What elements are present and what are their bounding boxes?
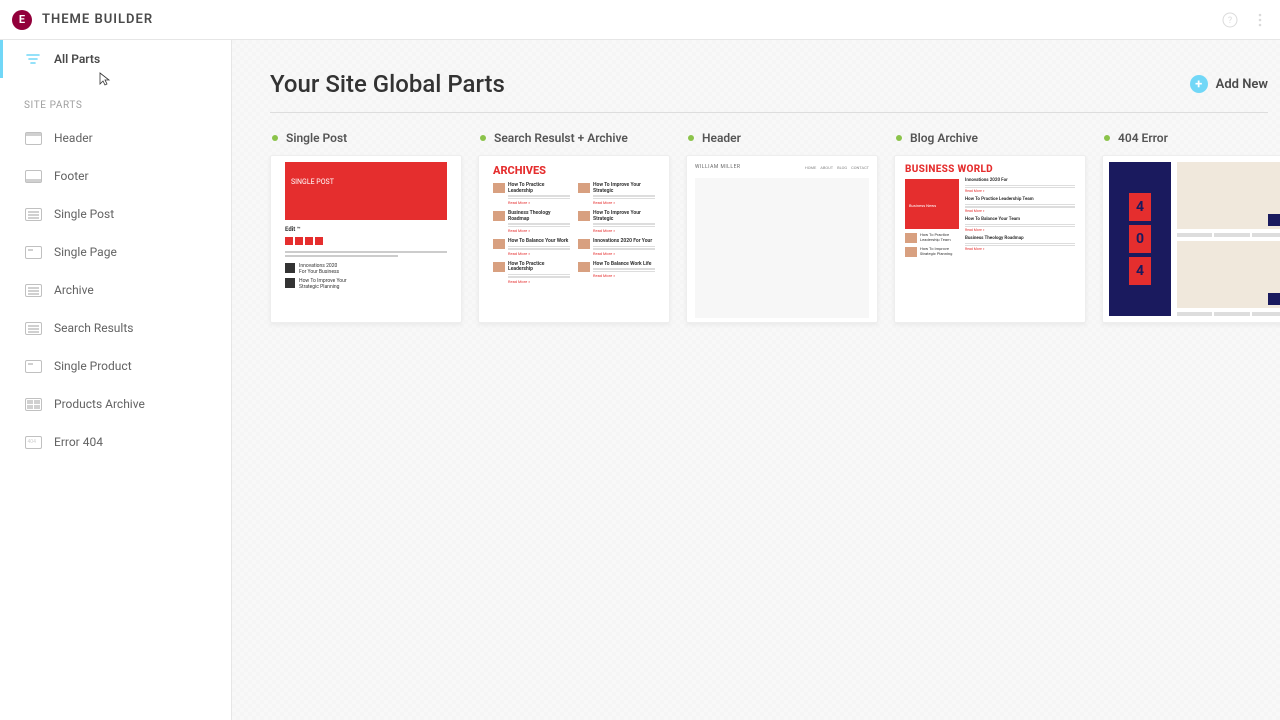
sidebar-item-single-post[interactable]: Single Post bbox=[0, 195, 231, 233]
thumb-nav-item: HOME bbox=[805, 165, 816, 170]
error-404-part-icon bbox=[24, 435, 42, 449]
card-404-error[interactable]: 404 Error 4 0 4 bbox=[1102, 131, 1280, 323]
card-title: Blog Archive bbox=[910, 131, 978, 145]
thumb-digit: 0 bbox=[1129, 225, 1151, 253]
divider bbox=[270, 112, 1268, 113]
sidebar-item-single-page[interactable]: Single Page bbox=[0, 233, 231, 271]
single-product-part-icon bbox=[24, 359, 42, 373]
thumb-brand: WILLIAM MILLER bbox=[695, 164, 741, 170]
sidebar-item-products-archive[interactable]: Products Archive bbox=[0, 385, 231, 423]
sidebar-item-archive[interactable]: Archive bbox=[0, 271, 231, 309]
header-part-icon bbox=[24, 131, 42, 145]
sidebar-all-parts-label: All Parts bbox=[54, 52, 100, 66]
products-archive-part-icon bbox=[24, 397, 42, 411]
sidebar-heading: SITE PARTS bbox=[0, 78, 231, 119]
status-dot-icon bbox=[1104, 135, 1110, 141]
sidebar-item-label: Header bbox=[54, 131, 93, 145]
add-new-button[interactable]: + Add New bbox=[1190, 75, 1268, 93]
sidebar-all-parts[interactable]: All Parts bbox=[0, 40, 231, 78]
page-title: Your Site Global Parts bbox=[270, 70, 505, 98]
sidebar-item-label: Search Results bbox=[54, 321, 133, 335]
thumb-title: BUSINESS WORLD bbox=[905, 164, 1075, 175]
card-search-archive[interactable]: Search Resulst + Archive ARCHIVES How To… bbox=[478, 131, 670, 323]
status-dot-icon bbox=[688, 135, 694, 141]
single-post-part-icon bbox=[24, 207, 42, 221]
thumb-digit: 4 bbox=[1129, 257, 1151, 285]
sidebar-item-footer[interactable]: Footer bbox=[0, 157, 231, 195]
thumb-hero-text: SINGLE POST bbox=[291, 178, 441, 186]
sidebar-item-label: Single Post bbox=[54, 207, 114, 221]
sidebar-item-search-results[interactable]: Search Results bbox=[0, 309, 231, 347]
sidebar-item-header[interactable]: Header bbox=[0, 119, 231, 157]
card-thumbnail: BUSINESS WORLD Business News How To Prac… bbox=[894, 155, 1086, 323]
footer-part-icon bbox=[24, 169, 42, 183]
sidebar-item-label: Footer bbox=[54, 169, 89, 183]
main-area: Your Site Global Parts + Add New Single … bbox=[232, 40, 1280, 720]
card-blog-archive[interactable]: Blog Archive BUSINESS WORLD Business New… bbox=[894, 131, 1086, 323]
filter-icon bbox=[24, 52, 42, 66]
thumb-nav-item: ABOUT bbox=[820, 165, 833, 170]
card-thumbnail: WILLIAM MILLER HOME ABOUT BLOG CONTACT bbox=[686, 155, 878, 323]
sidebar-item-label: Single Product bbox=[54, 359, 132, 373]
card-thumbnail: SINGLE POST Edit ™ Innovations 2020For Y… bbox=[270, 155, 462, 323]
search-results-part-icon bbox=[24, 321, 42, 335]
add-new-label: Add New bbox=[1216, 77, 1268, 92]
top-bar: E THEME BUILDER ? bbox=[0, 0, 1280, 40]
sidebar-item-label: Products Archive bbox=[54, 397, 145, 411]
sidebar-item-single-product[interactable]: Single Product bbox=[0, 347, 231, 385]
cards-grid: Single Post SINGLE POST Edit ™ Innovatio… bbox=[270, 131, 1280, 323]
card-title: Single Post bbox=[286, 131, 347, 145]
more-icon[interactable] bbox=[1252, 12, 1268, 28]
sidebar-item-error-404[interactable]: Error 404 bbox=[0, 423, 231, 461]
help-icon[interactable]: ? bbox=[1222, 12, 1238, 28]
plus-icon: + bbox=[1190, 75, 1208, 93]
card-title: Search Resulst + Archive bbox=[494, 131, 628, 145]
sidebar: All Parts SITE PARTS Header Footer Singl… bbox=[0, 40, 232, 720]
card-thumbnail: 4 0 4 bbox=[1102, 155, 1280, 323]
card-title: Header bbox=[702, 131, 741, 145]
logo-icon: E bbox=[12, 10, 32, 30]
status-dot-icon bbox=[896, 135, 902, 141]
card-thumbnail: ARCHIVES How To Practice LeadershipRead … bbox=[478, 155, 670, 323]
sidebar-item-label: Archive bbox=[54, 283, 94, 297]
thumb-nav-item: CONTACT bbox=[851, 165, 869, 170]
single-page-part-icon bbox=[24, 245, 42, 259]
card-single-post[interactable]: Single Post SINGLE POST Edit ™ Innovatio… bbox=[270, 131, 462, 323]
cursor-icon bbox=[95, 71, 111, 91]
sidebar-item-label: Single Page bbox=[54, 245, 117, 259]
app-title: THEME BUILDER bbox=[42, 12, 153, 27]
sidebar-item-label: Error 404 bbox=[54, 435, 103, 449]
card-title: 404 Error bbox=[1118, 131, 1168, 145]
thumb-nav-item: BLOG bbox=[837, 165, 847, 170]
status-dot-icon bbox=[272, 135, 278, 141]
thumb-digit: 4 bbox=[1129, 193, 1151, 221]
card-header[interactable]: Header WILLIAM MILLER HOME ABOUT BLOG CO… bbox=[686, 131, 878, 323]
archive-part-icon bbox=[24, 283, 42, 297]
svg-text:?: ? bbox=[1228, 16, 1232, 26]
thumb-title: ARCHIVES bbox=[493, 164, 655, 177]
status-dot-icon bbox=[480, 135, 486, 141]
